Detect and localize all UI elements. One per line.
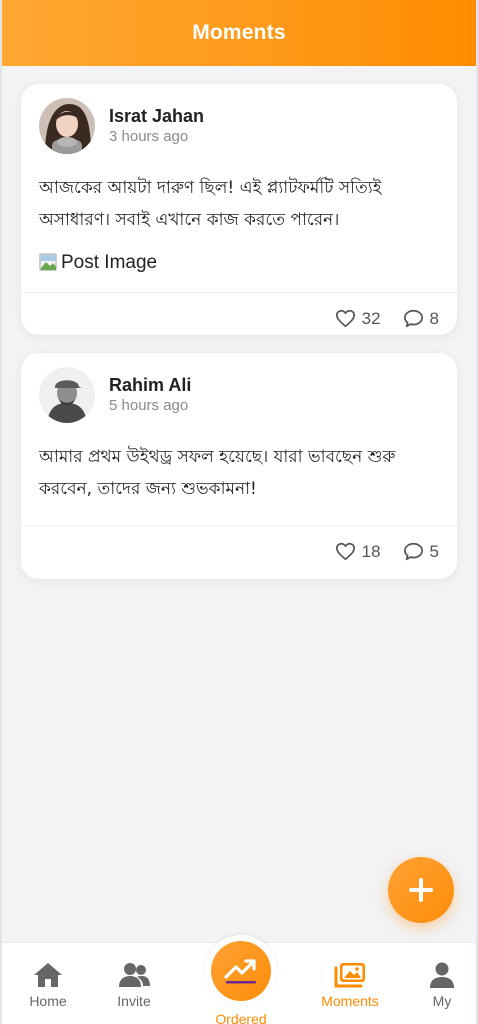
trending-up-icon xyxy=(224,959,256,984)
heart-icon xyxy=(335,309,355,328)
comment-count: 5 xyxy=(429,541,439,561)
top-bar: Moments xyxy=(2,0,476,66)
tab-my-label: My xyxy=(432,993,452,1009)
page-title: Moments xyxy=(192,21,286,44)
post-author: Rahim Ali 5 hours ago xyxy=(39,367,439,423)
tab-home[interactable]: Home xyxy=(8,961,88,1009)
broken-image-icon xyxy=(39,253,57,271)
tab-my[interactable]: My xyxy=(402,961,478,1009)
post-card: Rahim Ali 5 hours ago আমার প্রথম উইথড্র … xyxy=(21,353,457,579)
post-author: Israt Jahan 3 hours ago xyxy=(39,98,439,154)
like-button[interactable]: 32 xyxy=(335,309,381,329)
tab-ordered-label: Ordered xyxy=(215,1011,267,1024)
like-count: 18 xyxy=(361,541,381,561)
post-image[interactable]: Post Image xyxy=(39,246,439,280)
tab-home-label: Home xyxy=(29,993,67,1009)
author-name[interactable]: Israt Jahan xyxy=(109,105,204,127)
comment-count: 8 xyxy=(429,308,439,328)
comment-icon xyxy=(403,309,423,328)
post-actions: 32 8 xyxy=(21,292,457,344)
moments-feed: Israt Jahan 3 hours ago আজকের আয়টা দারু… xyxy=(21,84,457,597)
post-actions: 18 5 xyxy=(21,525,457,577)
heart-icon xyxy=(335,542,355,561)
like-button[interactable]: 18 xyxy=(335,542,381,562)
bottom-tab-bar: Home Invite Ordered Moments My xyxy=(2,935,478,1024)
comment-icon xyxy=(403,542,423,561)
avatar[interactable] xyxy=(39,98,95,154)
new-post-button[interactable] xyxy=(388,857,454,923)
post-image-alt: Post Image xyxy=(61,252,158,273)
post-time: 5 hours ago xyxy=(109,397,189,414)
comment-button[interactable]: 5 xyxy=(403,542,439,562)
avatar[interactable] xyxy=(39,367,95,423)
home-icon xyxy=(34,963,62,987)
ordered-button[interactable] xyxy=(205,935,277,1007)
tab-moments[interactable]: Moments xyxy=(310,961,390,1009)
post-text: আমার প্রথম উইথড্র সফল হয়েছে। যারা ভাবছে… xyxy=(39,447,396,499)
post-card: Israt Jahan 3 hours ago আজকের আয়টা দারু… xyxy=(21,84,457,335)
users-icon xyxy=(119,963,150,987)
author-name[interactable]: Rahim Ali xyxy=(109,374,191,396)
tab-ordered[interactable]: Ordered xyxy=(201,935,281,1024)
post-text: আজকের আয়টা দারুণ ছিল! এই প্ল্যাটফর্মটি … xyxy=(39,178,382,230)
gallery-icon xyxy=(334,963,365,988)
tab-invite-label: Invite xyxy=(117,993,151,1009)
like-count: 32 xyxy=(361,308,381,328)
comment-button[interactable]: 8 xyxy=(403,309,439,329)
post-time: 3 hours ago xyxy=(109,128,189,145)
tab-invite[interactable]: Invite xyxy=(94,961,174,1009)
plus-icon xyxy=(409,878,433,902)
tab-moments-label: Moments xyxy=(321,993,379,1009)
user-icon xyxy=(430,962,454,988)
